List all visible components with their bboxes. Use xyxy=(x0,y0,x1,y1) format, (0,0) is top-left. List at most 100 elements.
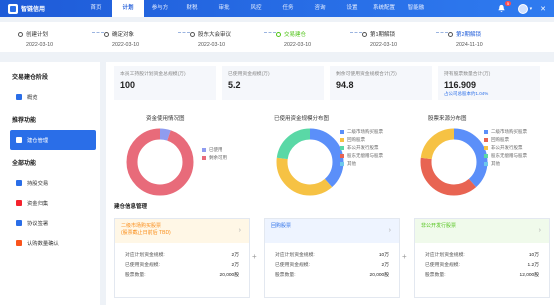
trade-icon xyxy=(16,180,22,186)
step-status-icon xyxy=(276,31,281,37)
stat-label: 已使用资金规模(万) xyxy=(228,72,270,77)
legend-swatch xyxy=(340,154,344,158)
nav-item[interactable]: 计划 xyxy=(112,0,144,17)
progress-stepper: 创建计划 2022-03-10 确定对象 2022-03-10 股东大会审议 2022-0… xyxy=(0,22,554,52)
sidebar-item[interactable]: 概览 xyxy=(0,87,100,107)
legend-label: 回购股票 xyxy=(491,137,509,142)
card-header: 二级市场购买股票 (股票截止日前后 TBD) xyxy=(115,219,249,243)
nav-item[interactable]: 财税 xyxy=(176,0,208,17)
stat-card: 持有股票数量合计(万) 116.909 占公司总股本约1.04% xyxy=(438,66,540,100)
main-content: 本员工持股计划资金总规模(万) 100 已使用资金规模(万) 5.2 剩余可使用资金规模… xyxy=(106,62,554,305)
nav-item[interactable]: 任务 xyxy=(272,0,304,17)
stat-value: 100 xyxy=(120,80,136,90)
legend-label: 股东无偿赠与股票 xyxy=(347,153,383,158)
stats-row: 本员工持股计划资金总规模(万) 100 已使用资金规模(万) 5.2 剩余可使用资金规模… xyxy=(114,66,546,100)
close-icon[interactable]: ✕ xyxy=(540,5,546,13)
sidebar-group-stage: 交易建仓阶段 xyxy=(12,75,49,81)
step-connector xyxy=(264,32,276,33)
stock-source-legend: 二级市场购买股票 回购股票非公开发行股票 股东无偿赠与股票其他 xyxy=(484,128,527,168)
card-row: 已使用资金规模: 1.2万 xyxy=(425,259,539,269)
step-connector xyxy=(92,32,104,33)
stat-label: 本员工持股计划资金总规模(万) xyxy=(120,72,186,77)
step-title: 第2期解锁 xyxy=(456,32,482,38)
legend-item[interactable]: 股东无偿赠与股票 xyxy=(484,152,527,160)
legend-label: 非公开发行股票 xyxy=(491,145,523,150)
legend-item[interactable]: 其他 xyxy=(484,160,527,168)
nav-item[interactable]: 系统配置 xyxy=(368,0,400,17)
source-card[interactable]: 二级市场购买股票 (股票截止日前后 TBD) › 对应计划资金规模: 2万 已使用资金规模… xyxy=(114,218,250,298)
legend-swatch xyxy=(340,146,344,150)
card-row-label: 已使用资金规模: xyxy=(275,262,310,268)
sidebar-item-label: 建仓管理 xyxy=(27,138,49,144)
step-status-icon xyxy=(104,31,109,37)
step-status-icon xyxy=(362,31,367,37)
sidebar-item[interactable]: 建仓管理 xyxy=(10,130,96,150)
card-row-value: 2万 xyxy=(381,262,389,268)
step-connector xyxy=(436,32,448,33)
nav-item[interactable]: 设置 xyxy=(336,0,368,17)
grid-icon xyxy=(16,137,22,143)
legend-label: 二级市场购买股票 xyxy=(491,129,527,134)
legend-item[interactable]: 其他 xyxy=(340,160,383,168)
card-row: 对应计划资金规模: 2万 xyxy=(125,249,239,259)
card-row-value: 2万 xyxy=(231,252,239,258)
step-item: 确定对象 2022-03-10 xyxy=(104,22,190,52)
legend-item[interactable]: 回购股票 xyxy=(340,136,383,144)
legend-item[interactable]: 二级市场购买股票 xyxy=(340,128,383,136)
nav-item[interactable]: 首页 xyxy=(80,0,112,17)
sidebar-group-all: 全部功能 xyxy=(12,161,37,167)
sidebar-item[interactable]: 认购数量确认 xyxy=(0,233,100,253)
source-card[interactable]: 非公开发行股票 › 对应计划资金规模: 10万 已使用资金规模: 1.2万 股票数量: 12,… xyxy=(414,218,550,298)
step-date: 2024-11-10 xyxy=(456,42,483,48)
card-header: 非公开发行股票 xyxy=(415,219,549,243)
card-row-label: 对应计划资金规模: xyxy=(125,252,165,258)
step-title: 股东大会审议 xyxy=(198,32,232,38)
nav-item[interactable]: 咨询 xyxy=(304,0,336,17)
fund-icon xyxy=(16,200,22,206)
nav-item[interactable]: 智能融 xyxy=(400,0,432,17)
user-avatar[interactable] xyxy=(517,3,528,14)
legend-label: 二级市场购买股票 xyxy=(347,129,383,134)
legend-item[interactable]: 剩余可用 xyxy=(202,154,227,162)
chart-title-fund-usage: 资金使用情况图 xyxy=(146,116,185,122)
step-connector xyxy=(350,32,362,33)
sidebar-item[interactable]: 协议签署 xyxy=(0,213,100,233)
logo-mark xyxy=(8,3,18,14)
sidebar-item[interactable]: 持股交易 xyxy=(0,173,100,193)
stat-value: 116.909 xyxy=(444,80,477,90)
chevron-right-icon[interactable]: › xyxy=(239,227,241,234)
legend-swatch xyxy=(340,138,344,142)
card-row-value: 1.2万 xyxy=(527,262,539,268)
step-item: 第1期解锁 2022-03-10 xyxy=(362,22,448,52)
step-connector xyxy=(178,32,190,33)
step-item: 股东大会审议 2022-03-10 xyxy=(190,22,276,52)
used-fund-dist-donut xyxy=(276,128,344,196)
legend-swatch xyxy=(484,162,488,166)
legend-item[interactable]: 股东无偿赠与股票 xyxy=(340,152,383,160)
legend-label: 股东无偿赠与股票 xyxy=(491,153,527,158)
step-status-icon xyxy=(448,31,453,37)
notification-bell-icon[interactable]: 5 xyxy=(497,1,511,13)
card-title: 非公开发行股票 xyxy=(421,223,457,229)
legend-item[interactable]: 回购股票 xyxy=(484,136,527,144)
chevron-right-icon[interactable]: › xyxy=(539,227,541,234)
nav-item[interactable]: 风控 xyxy=(240,0,272,17)
stat-sub[interactable]: 占公司总股本约1.04% xyxy=(444,91,534,97)
legend-item[interactable]: 非公开发行股票 xyxy=(340,144,383,152)
nav-item[interactable]: 审批 xyxy=(208,0,240,17)
legend-item[interactable]: 非公开发行股票 xyxy=(484,144,527,152)
card-row-value: 10万 xyxy=(378,252,389,258)
legend-label: 已使用 xyxy=(209,147,223,152)
card-row-value: 2万 xyxy=(231,262,239,268)
user-menu-caret-icon[interactable]: ▾ xyxy=(530,6,533,12)
card-row: 已使用资金规模: 2万 xyxy=(125,259,239,269)
nav-item[interactable]: 参与方 xyxy=(144,0,176,17)
source-card[interactable]: 回购股票 › 对应计划资金规模: 10万 已使用资金规模: 2万 股票数量: 20,000股 xyxy=(264,218,400,298)
app-logo[interactable]: 智链信用 xyxy=(8,3,68,14)
chevron-right-icon[interactable]: › xyxy=(389,227,391,234)
legend-item[interactable]: 已使用 xyxy=(202,146,227,154)
legend-item[interactable]: 二级市场购买股票 xyxy=(484,128,527,136)
card-row: 股票数量: 20,000股 xyxy=(125,269,239,279)
sidebar-item[interactable]: 资金归集 xyxy=(0,193,100,213)
card-row: 股票数量: 12,000股 xyxy=(425,269,539,279)
